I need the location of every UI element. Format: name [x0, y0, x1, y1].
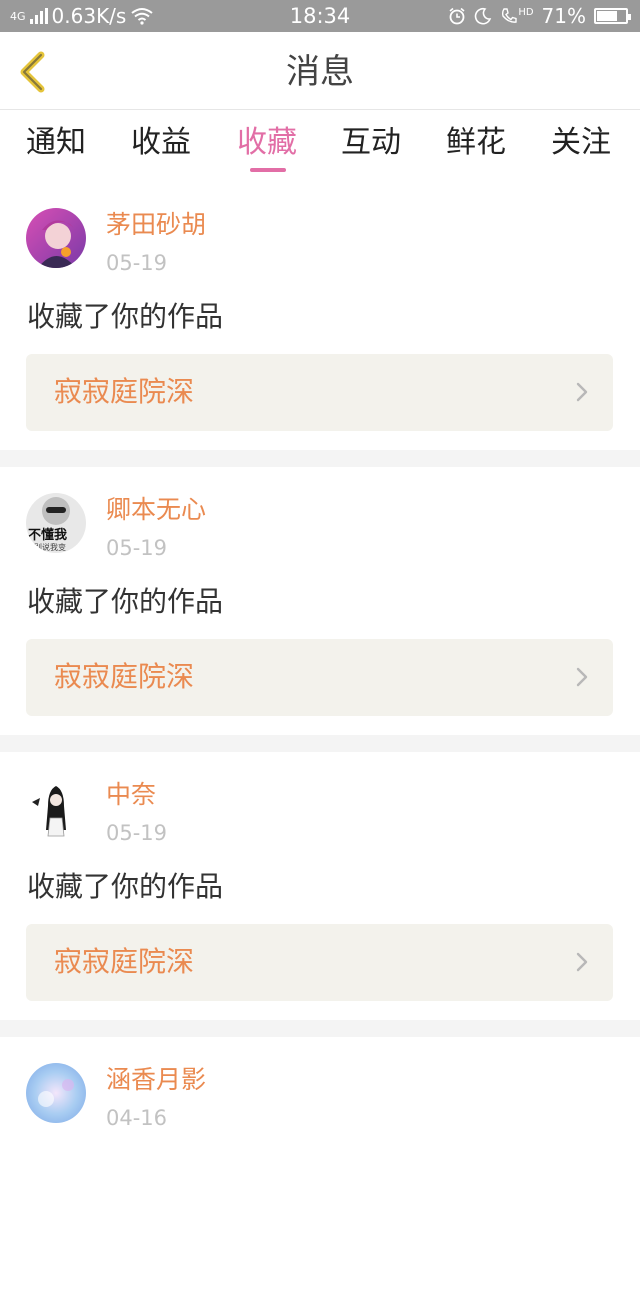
action-text: 收藏了你的作品 — [27, 300, 224, 333]
divider — [0, 735, 640, 752]
work-title: 寂寂庭院深 — [54, 375, 195, 408]
status-right: HD 71% — [448, 0, 631, 32]
avatar-text: 不懂我 — [28, 527, 67, 543]
message-date: 05-19 — [106, 251, 168, 275]
action-text: 收藏了你的作品 — [27, 870, 224, 903]
message-item: 不懂我 别说我变 卿本无心 05-19 收藏了你的作品 寂寂庭院深 — [0, 467, 640, 735]
message-date: 05-19 — [106, 536, 168, 560]
hd-label: HD — [518, 7, 534, 18]
nav-bar: 消息 — [0, 32, 640, 110]
message-item: 中奈 05-19 收藏了你的作品 寂寂庭院深 — [0, 752, 640, 1020]
chevron-right-icon — [576, 952, 588, 972]
divider — [0, 1020, 640, 1037]
moon-icon — [475, 7, 492, 25]
avatar[interactable] — [26, 1063, 86, 1123]
user-name[interactable]: 茅田砂胡 — [106, 210, 206, 240]
user-name[interactable]: 涵香月影 — [106, 1065, 206, 1095]
chevron-right-icon — [576, 667, 588, 687]
work-link[interactable]: 寂寂庭院深 — [26, 639, 613, 716]
message-item: 茅田砂胡 05-19 收藏了你的作品 寂寂庭院深 — [0, 182, 640, 450]
battery-fill — [597, 11, 617, 21]
battery-percent: 71% — [541, 4, 586, 28]
user-name[interactable]: 卿本无心 — [106, 495, 206, 525]
phone-icon — [502, 8, 518, 23]
divider — [0, 450, 640, 467]
tab-flowers[interactable]: 鲜花 — [446, 124, 506, 162]
message-date: 04-16 — [106, 1106, 168, 1130]
chevron-right-icon — [576, 382, 588, 402]
active-tab-indicator — [250, 168, 286, 172]
tab-notifications[interactable]: 通知 — [26, 124, 86, 162]
avatar-text: 别说我变 — [34, 542, 66, 552]
message-date: 05-19 — [106, 821, 168, 845]
avatar[interactable]: 不懂我 别说我变 — [26, 493, 86, 553]
action-text: 收藏了你的作品 — [27, 585, 224, 618]
alarm-icon — [449, 7, 465, 25]
tab-following[interactable]: 关注 — [551, 124, 611, 162]
work-link[interactable]: 寂寂庭院深 — [26, 354, 613, 431]
avatar[interactable] — [26, 208, 86, 268]
work-title: 寂寂庭院深 — [54, 945, 195, 978]
work-link[interactable]: 寂寂庭院深 — [26, 924, 613, 1001]
page-title: 消息 — [286, 52, 354, 92]
avatar[interactable] — [26, 778, 86, 838]
message-list: 茅田砂胡 05-19 收藏了你的作品 寂寂庭院深 不懂我 别说我变 卿本无心 0… — [0, 182, 640, 1305]
tab-interactions[interactable]: 互动 — [341, 124, 401, 162]
status-bar: 4G 0.63K/s 18:34 HD 71% — [0, 0, 640, 32]
tab-earnings[interactable]: 收益 — [131, 124, 191, 162]
message-item: 涵香月影 04-16 — [0, 1037, 640, 1305]
tab-favorites[interactable]: 收藏 — [237, 124, 297, 162]
tab-bar: 通知 收益 收藏 互动 鲜花 关注 — [0, 110, 640, 182]
user-name[interactable]: 中奈 — [106, 780, 156, 810]
battery-icon — [594, 8, 631, 24]
work-title: 寂寂庭院深 — [54, 660, 195, 693]
